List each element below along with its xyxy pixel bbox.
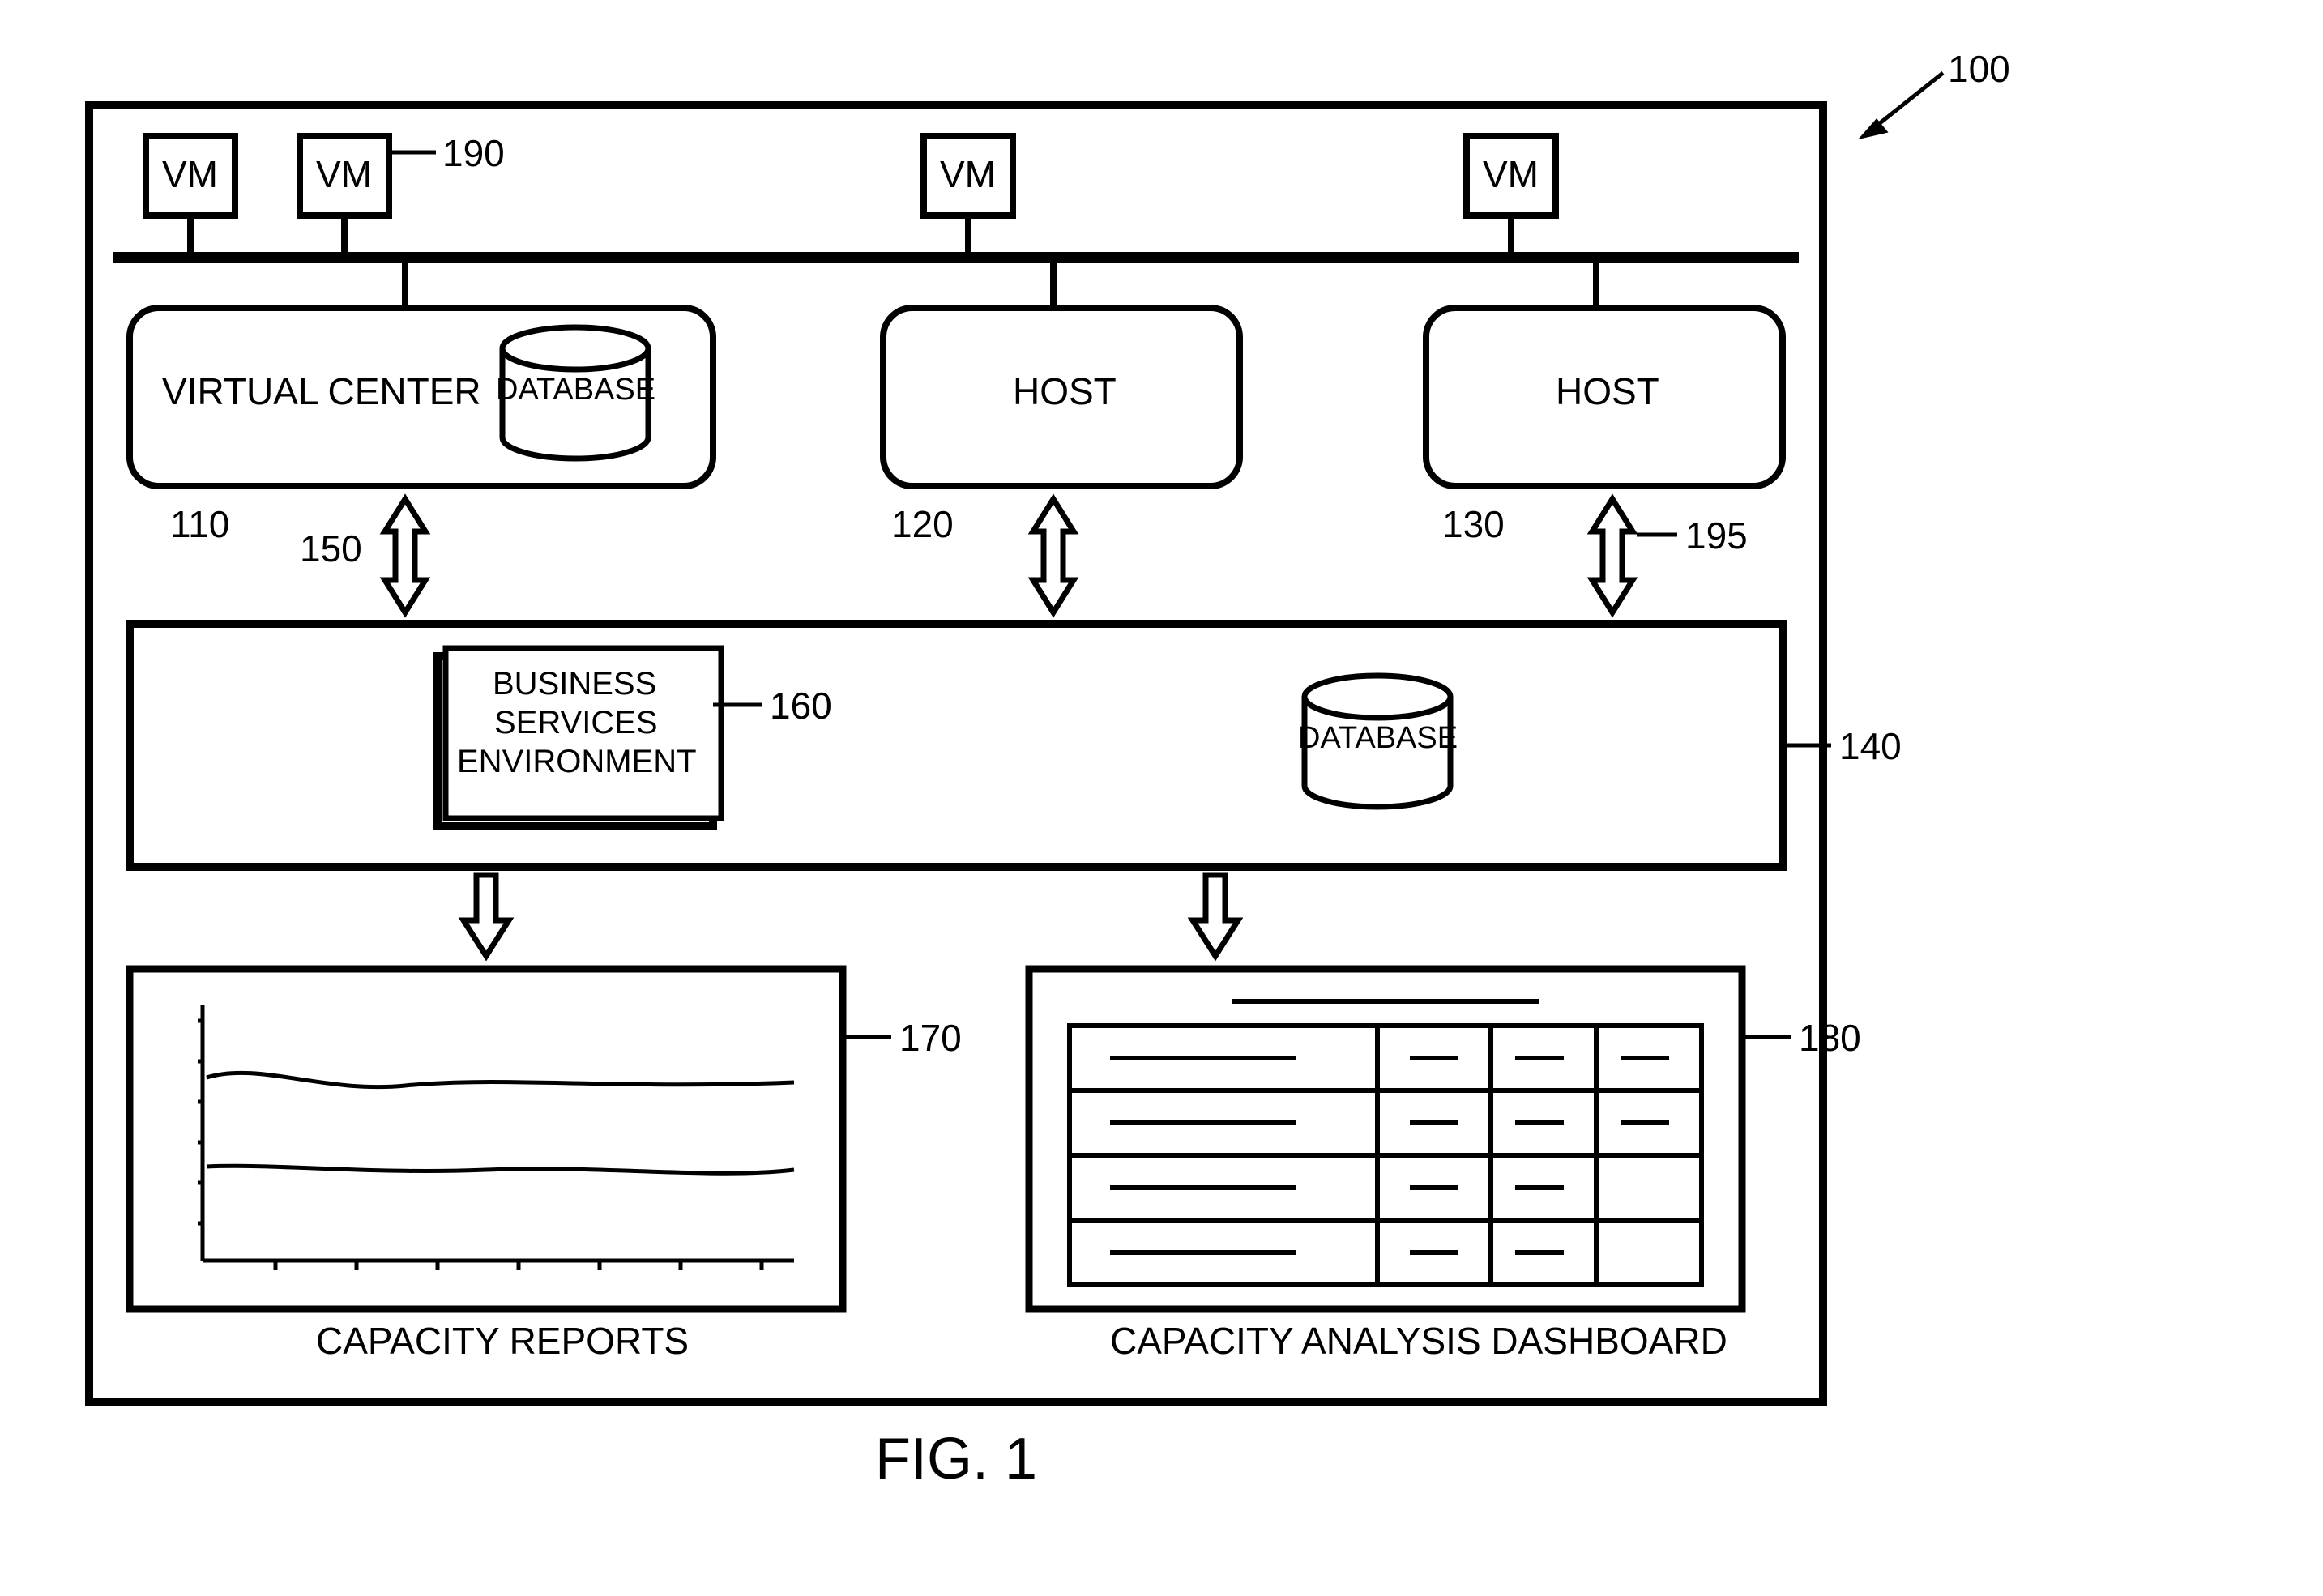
ref-160: 160 (770, 684, 832, 728)
ref-130: 130 (1442, 502, 1505, 546)
host-label-2: HOST (1556, 369, 1659, 413)
virtual-center-label: VIRTUAL CENTER (162, 369, 481, 413)
ref-110: 110 (170, 502, 229, 546)
ref-170: 170 (899, 1016, 962, 1060)
vm-label-4: VM (1483, 152, 1539, 196)
host-label-1: HOST (1013, 369, 1117, 413)
bse-line3: ENVIRONMENT (457, 744, 697, 780)
diagram-canvas: VM VM VM VM VIRTUAL CENTER DATABASE HOST… (0, 0, 2323, 1592)
bse-line2: SERVICES (494, 705, 658, 741)
database-label-vc: DATABASE (496, 373, 655, 408)
ref-120: 120 (891, 502, 954, 546)
capacity-reports-label: CAPACITY REPORTS (316, 1319, 689, 1363)
ref-180: 180 (1799, 1016, 1861, 1060)
capacity-dashboard-label: CAPACITY ANALYSIS DASHBOARD (1110, 1319, 1727, 1363)
ref-190: 190 (442, 131, 505, 175)
database-label-wide: DATABASE (1298, 721, 1458, 756)
figure-caption: FIG. 1 (875, 1426, 1037, 1492)
ref-100: 100 (1948, 47, 2010, 91)
ref-150: 150 (300, 527, 362, 570)
ref-195: 195 (1685, 514, 1748, 557)
vm-label-2: VM (316, 152, 372, 196)
bse-line1: BUSINESS (493, 666, 656, 702)
ref-140: 140 (1839, 724, 1902, 768)
vm-label-1: VM (162, 152, 218, 196)
vm-label-3: VM (940, 152, 996, 196)
